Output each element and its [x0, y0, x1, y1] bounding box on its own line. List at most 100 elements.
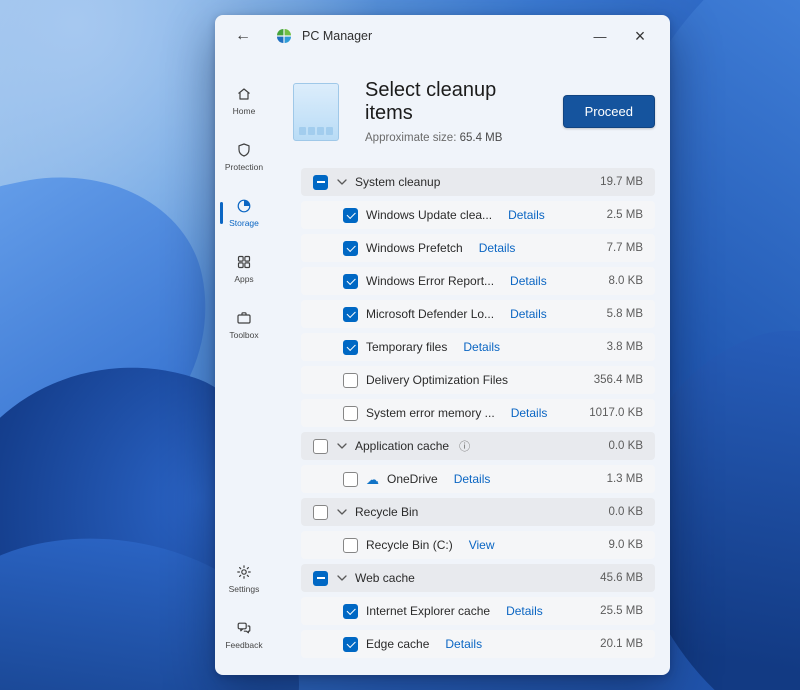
row-label: Web cache — [355, 571, 415, 585]
sidebar-item-settings[interactable]: Settings — [219, 553, 269, 605]
checkbox[interactable] — [313, 571, 328, 586]
approximate-size-label: Approximate size: — [365, 132, 456, 144]
cleanup-row[interactable]: Recycle Bin 0.0 KB — [301, 498, 655, 526]
titlebar: ← PC Manager — × — [215, 15, 670, 57]
row-link[interactable]: View — [469, 538, 495, 552]
row-link[interactable]: Details — [454, 472, 491, 486]
checkbox[interactable] — [313, 439, 328, 454]
checkbox[interactable] — [343, 637, 358, 652]
row-size: 19.7 MB — [600, 176, 643, 188]
sidebar-item-label: Storage — [229, 218, 259, 228]
row-size: 356.4 MB — [594, 374, 643, 386]
row-size: 0.0 KB — [608, 440, 643, 452]
sidebar-item-label: Toolbox — [229, 330, 258, 340]
pc-manager-logo-icon — [275, 27, 293, 45]
sidebar-item-apps[interactable]: Apps — [219, 243, 269, 295]
checkbox[interactable] — [343, 406, 358, 421]
row-link[interactable]: Details — [510, 307, 547, 321]
window-title: PC Manager — [302, 29, 372, 43]
row-size: 45.6 MB — [600, 572, 643, 584]
info-icon[interactable]: ⓘ — [459, 438, 470, 454]
cleanup-row[interactable]: Web cache 45.6 MB — [301, 564, 655, 592]
approximate-size-value: 65.4 MB — [460, 132, 503, 144]
row-label: Temporary files — [366, 340, 447, 354]
row-size: 1017.0 KB — [589, 407, 643, 419]
row-link[interactable]: Details — [510, 274, 547, 288]
proceed-button[interactable]: Proceed — [563, 95, 655, 128]
row-label: Microsoft Defender Lo... — [366, 307, 494, 321]
row-label: Application cache — [355, 439, 449, 453]
chevron-down-icon[interactable] — [337, 179, 347, 185]
checkbox[interactable] — [313, 175, 328, 190]
apps-grid-icon — [236, 254, 252, 270]
checkbox[interactable] — [343, 274, 358, 289]
sidebar-item-protection[interactable]: Protection — [219, 131, 269, 183]
cleanup-row[interactable]: Internet Explorer cache Details 25.5 MB — [301, 597, 655, 625]
cleanup-illustration — [293, 83, 339, 141]
sidebar-item-feedback[interactable]: Feedback — [219, 609, 269, 661]
row-label: System error memory ... — [366, 406, 495, 420]
pc-manager-window: ← PC Manager — × Home — [215, 15, 670, 675]
sidebar: Home Protection Storage — [215, 57, 273, 675]
checkbox[interactable] — [343, 538, 358, 553]
chevron-down-icon[interactable] — [337, 575, 347, 581]
row-label: Windows Prefetch — [366, 241, 463, 255]
row-link[interactable]: Details — [506, 604, 543, 618]
onedrive-cloud-icon: ☁ — [366, 473, 379, 486]
checkbox[interactable] — [343, 307, 358, 322]
storage-pie-icon — [236, 198, 252, 214]
row-label: Internet Explorer cache — [366, 604, 490, 618]
row-size: 0.0 KB — [608, 506, 643, 518]
cleanup-row[interactable]: Edge cache Details 20.1 MB — [301, 630, 655, 658]
gear-icon — [236, 564, 252, 580]
close-button[interactable]: × — [620, 21, 660, 51]
row-label: Windows Update clea... — [366, 208, 492, 222]
sidebar-item-toolbox[interactable]: Toolbox — [219, 299, 269, 351]
sidebar-item-storage[interactable]: Storage — [219, 187, 269, 239]
cleanup-row[interactable]: Temporary files Details 3.8 MB — [301, 333, 655, 361]
sidebar-item-label: Apps — [234, 274, 253, 284]
checkbox[interactable] — [313, 505, 328, 520]
back-button[interactable]: ← — [229, 23, 257, 49]
row-label: Windows Error Report... — [366, 274, 494, 288]
minimize-button[interactable]: — — [580, 21, 620, 51]
cleanup-row[interactable]: System error memory ... Details 1017.0 K… — [301, 399, 655, 427]
cleanup-row[interactable]: Windows Prefetch Details 7.7 MB — [301, 234, 655, 262]
cleanup-list: System cleanup 19.7 MB Windows Update cl… — [293, 168, 655, 675]
checkbox[interactable] — [343, 340, 358, 355]
sidebar-item-home[interactable]: Home — [219, 75, 269, 127]
row-link[interactable]: Details — [508, 208, 545, 222]
row-size: 8.0 KB — [608, 275, 643, 287]
row-size: 2.5 MB — [607, 209, 643, 221]
checkbox[interactable] — [343, 472, 358, 487]
row-link[interactable]: Details — [463, 340, 500, 354]
checkbox[interactable] — [343, 241, 358, 256]
row-size: 7.7 MB — [607, 242, 643, 254]
approximate-size: Approximate size: 65.4 MB — [365, 132, 547, 144]
desktop-wallpaper: ← PC Manager — × Home — [0, 0, 800, 690]
row-label: Edge cache — [366, 637, 429, 651]
row-size: 3.8 MB — [607, 341, 643, 353]
row-size: 20.1 MB — [600, 638, 643, 650]
chevron-down-icon[interactable] — [337, 443, 347, 449]
checkbox[interactable] — [343, 604, 358, 619]
checkbox[interactable] — [343, 373, 358, 388]
cleanup-row[interactable]: System cleanup 19.7 MB — [301, 168, 655, 196]
row-link[interactable]: Details — [511, 406, 548, 420]
feedback-icon — [236, 620, 252, 636]
cleanup-row[interactable]: Microsoft Defender Lo... Details 5.8 MB — [301, 300, 655, 328]
row-link[interactable]: Details — [445, 637, 482, 651]
cleanup-row[interactable]: Windows Error Report... Details 8.0 KB — [301, 267, 655, 295]
cleanup-row[interactable]: Windows Update clea... Details 2.5 MB — [301, 201, 655, 229]
chevron-down-icon[interactable] — [337, 509, 347, 515]
cleanup-row[interactable]: Delivery Optimization Files 356.4 MB — [301, 366, 655, 394]
row-link[interactable]: Details — [479, 241, 516, 255]
home-icon — [236, 86, 252, 102]
shield-icon — [236, 142, 252, 158]
cleanup-row[interactable]: ☁ OneDrive Details 1.3 MB — [301, 465, 655, 493]
sidebar-item-label: Feedback — [225, 640, 262, 650]
checkbox[interactable] — [343, 208, 358, 223]
cleanup-row[interactable]: Application cache ⓘ 0.0 KB — [301, 432, 655, 460]
sidebar-item-label: Settings — [229, 584, 260, 594]
cleanup-row[interactable]: Recycle Bin (C:) View 9.0 KB — [301, 531, 655, 559]
